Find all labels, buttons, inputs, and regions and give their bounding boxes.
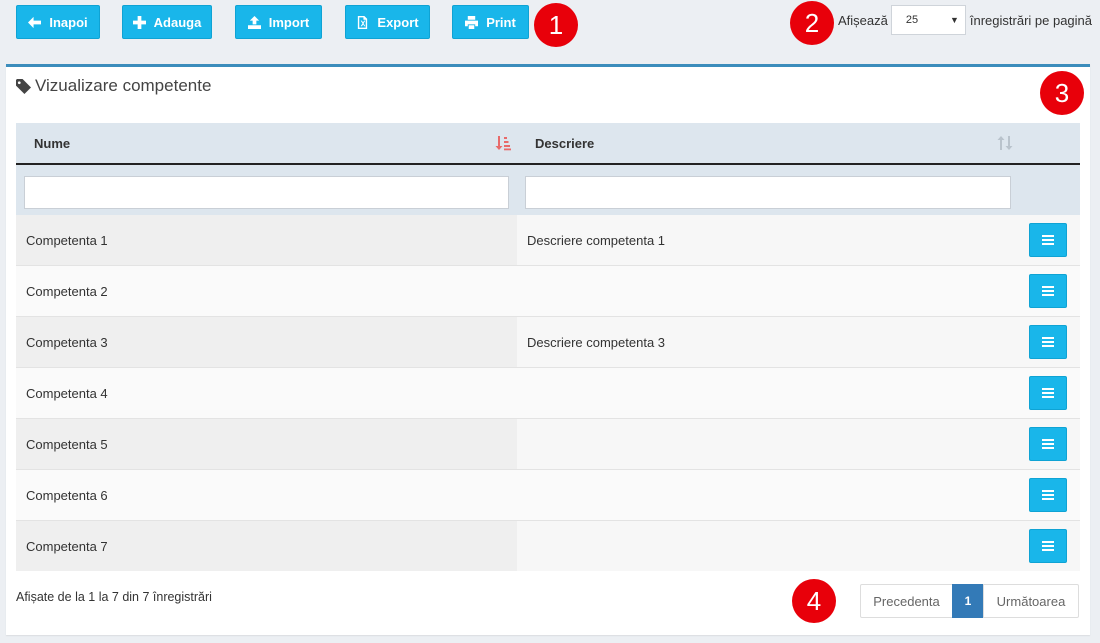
cell-descriere	[517, 266, 1022, 316]
page-size-prefix: Afișează	[838, 12, 888, 28]
marker-3: 3	[1040, 71, 1084, 115]
back-button[interactable]: Inapoi	[16, 5, 100, 39]
print-icon	[465, 15, 479, 29]
import-button-label: Import	[268, 14, 310, 30]
table-row: Competenta 3 Descriere competenta 3	[16, 317, 1080, 368]
panel-title: Vizualizare competente	[16, 76, 211, 96]
bars-icon	[1042, 235, 1054, 245]
cell-descriere	[517, 419, 1022, 469]
table-row: Competenta 7	[16, 521, 1080, 572]
sort-icon[interactable]	[997, 135, 1013, 151]
table-info: Afișate de la 1 la 7 din 7 înregistrări	[16, 590, 212, 604]
cell-nume: Competenta 4	[16, 368, 517, 418]
panel-title-text: Vizualizare competente	[35, 76, 212, 95]
cell-nume: Competenta 3	[16, 317, 517, 367]
arrow-left-icon	[28, 16, 42, 28]
column-header-nume[interactable]: Nume	[34, 123, 70, 163]
row-menu-button[interactable]	[1029, 376, 1067, 410]
upload-icon	[247, 15, 261, 29]
add-button-label: Adauga	[153, 14, 202, 30]
export-button-label: Export	[377, 14, 419, 30]
row-menu-button[interactable]	[1029, 478, 1067, 512]
print-button-label: Print	[486, 14, 516, 30]
add-button[interactable]: Adauga	[122, 5, 212, 39]
row-menu-button[interactable]	[1029, 529, 1067, 563]
page-size-control: Afișează 25 ▼ înregistrări pe pagină	[838, 5, 1092, 35]
row-menu-button[interactable]	[1029, 325, 1067, 359]
bars-icon	[1042, 541, 1054, 551]
row-menu-button[interactable]	[1029, 427, 1067, 461]
cell-nume: Competenta 1	[16, 215, 517, 265]
bars-icon	[1042, 439, 1054, 449]
bars-icon	[1042, 337, 1054, 347]
table-row: Competenta 4	[16, 368, 1080, 419]
page-size-select[interactable]: 25 ▼	[890, 5, 966, 35]
import-button[interactable]: Import	[235, 5, 322, 39]
bars-icon	[1042, 286, 1054, 296]
table-row: Competenta 2	[16, 266, 1080, 317]
tag-icon	[16, 78, 31, 94]
sort-amount-down-icon[interactable]	[495, 135, 511, 151]
cell-descriere	[517, 368, 1022, 418]
filter-row	[16, 165, 1080, 215]
nume-filter-input[interactable]	[24, 176, 509, 209]
cell-nume: Competenta 2	[16, 266, 517, 316]
plus-icon	[132, 15, 146, 29]
cell-descriere: Descriere competenta 1	[517, 215, 1022, 265]
column-header-descriere[interactable]: Descriere	[535, 123, 594, 163]
page-size-value: 25	[905, 14, 919, 26]
marker-1: 1	[534, 3, 578, 47]
table-row: Competenta 1 Descriere competenta 1	[16, 215, 1080, 266]
cell-descriere: Descriere competenta 3	[517, 317, 1022, 367]
back-button-label: Inapoi	[49, 14, 88, 30]
competente-panel: Vizualizare competente 3 Nume Descriere …	[6, 64, 1090, 635]
row-menu-button[interactable]	[1029, 274, 1067, 308]
bars-icon	[1042, 388, 1054, 398]
file-excel-icon	[358, 15, 368, 29]
cell-descriere	[517, 521, 1022, 571]
competente-table: Nume Descriere Competenta 1 Descriere co…	[16, 123, 1080, 572]
cell-nume: Competenta 6	[16, 470, 517, 520]
table-row: Competenta 5	[16, 419, 1080, 470]
pagination: Precedenta 1 Următoarea	[860, 584, 1079, 618]
bars-icon	[1042, 490, 1054, 500]
next-page-button[interactable]: Următoarea	[983, 584, 1079, 618]
page-size-suffix: înregistrări pe pagină	[969, 12, 1093, 28]
export-button[interactable]: Export	[345, 5, 430, 39]
current-page-button[interactable]: 1	[952, 584, 984, 618]
print-button[interactable]: Print	[452, 5, 529, 39]
table-row: Competenta 6	[16, 470, 1080, 521]
marker-4: 4	[792, 579, 836, 623]
cell-descriere	[517, 470, 1022, 520]
cell-nume: Competenta 7	[16, 521, 517, 571]
cell-nume: Competenta 5	[16, 419, 517, 469]
row-menu-button[interactable]	[1029, 223, 1067, 257]
marker-2: 2	[790, 1, 834, 45]
table-header: Nume Descriere	[16, 123, 1080, 165]
descriere-filter-input[interactable]	[525, 176, 1011, 209]
caret-down-icon: ▼	[949, 15, 959, 25]
previous-page-button[interactable]: Precedenta	[860, 584, 953, 618]
